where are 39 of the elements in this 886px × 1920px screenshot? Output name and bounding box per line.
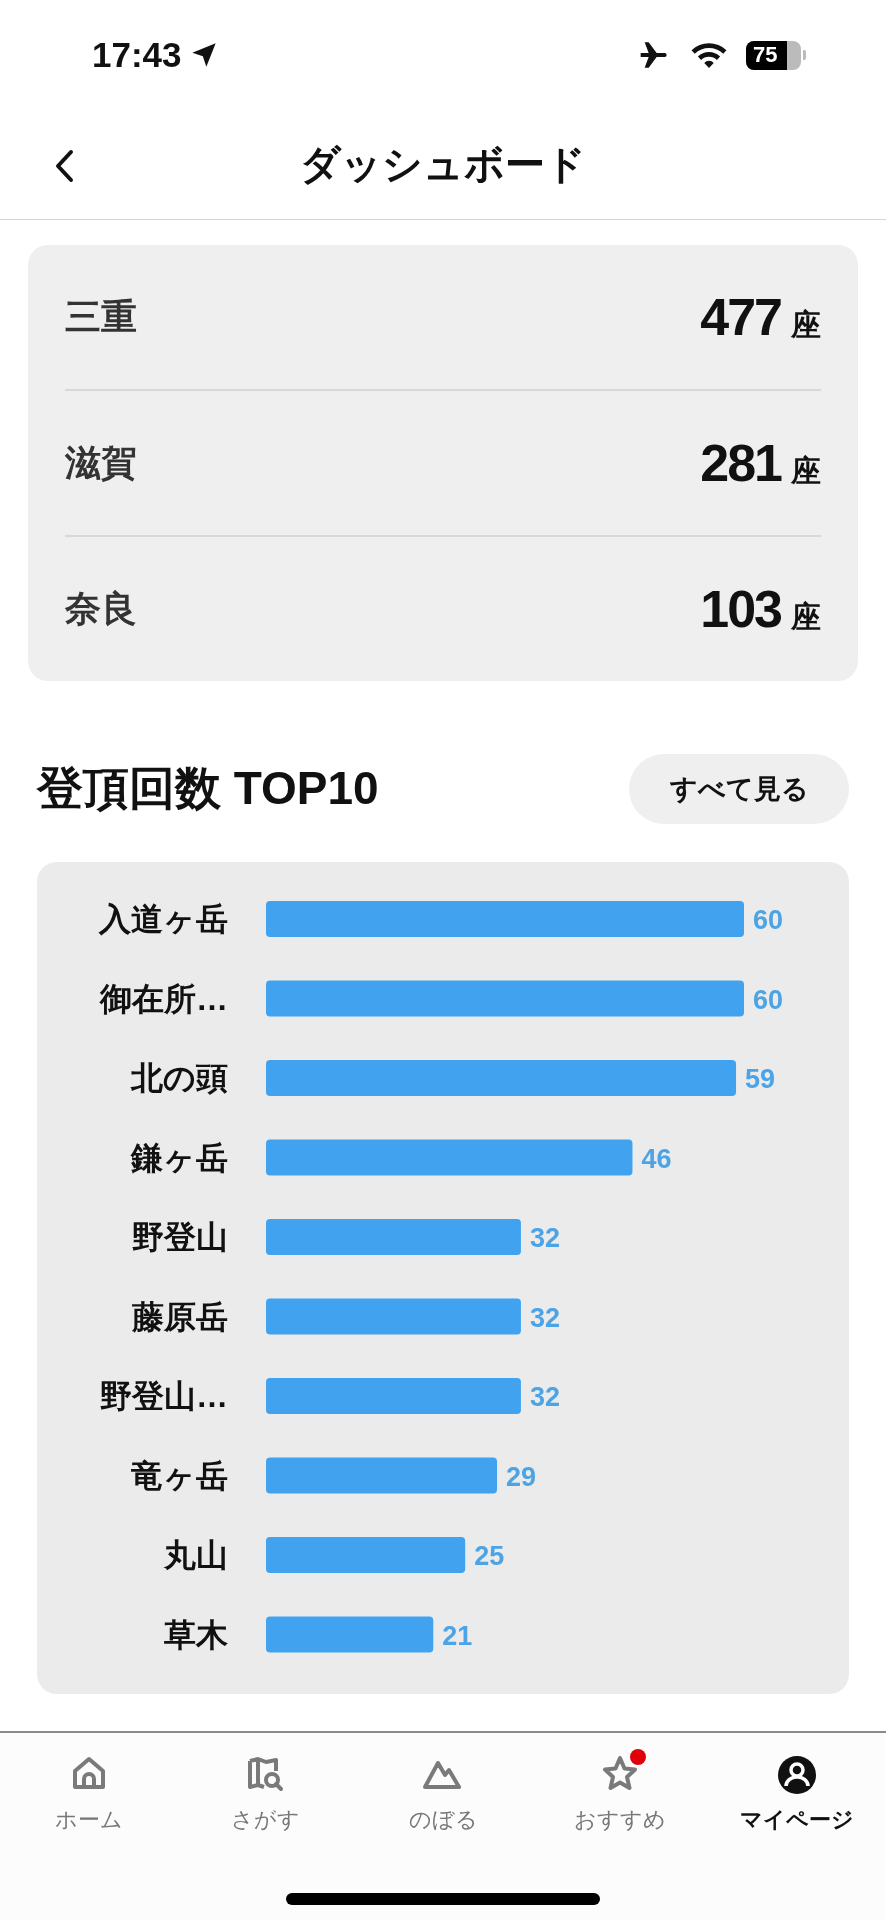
count-unit: 座 bbox=[791, 599, 821, 635]
tab[interactable]: さがす bbox=[177, 1753, 355, 1835]
mountain-count: 477 bbox=[700, 287, 781, 347]
value-label: 59 bbox=[745, 1064, 776, 1094]
category-label: 藤原岳 bbox=[132, 1298, 228, 1335]
value-label: 32 bbox=[529, 1223, 560, 1253]
tab[interactable]: ホーム bbox=[0, 1753, 178, 1835]
value-label: 60 bbox=[753, 905, 784, 935]
category-label: 草木 bbox=[164, 1616, 228, 1653]
category-label: 野登山 bbox=[132, 1219, 228, 1255]
value-label: 21 bbox=[442, 1620, 473, 1651]
prefecture-name: 三重 bbox=[65, 294, 137, 339]
mountain-count: 103 bbox=[700, 579, 781, 639]
mountain-count: 281 bbox=[700, 433, 781, 493]
prefecture-name: 奈良 bbox=[65, 586, 137, 631]
value-label: 32 bbox=[529, 1382, 560, 1412]
category-label: 御在所… bbox=[100, 980, 228, 1017]
see-all-button[interactable]: すべて見る bbox=[629, 754, 849, 824]
category-label: 丸山 bbox=[164, 1537, 228, 1573]
prefecture-name: 滋賀 bbox=[65, 440, 137, 485]
category-label: 野登山… bbox=[100, 1378, 228, 1414]
tab[interactable]: マイページ bbox=[708, 1753, 886, 1835]
count-unit: 座 bbox=[791, 307, 821, 343]
count-unit: 座 bbox=[791, 453, 821, 489]
value-label: 46 bbox=[641, 1143, 672, 1174]
value-label: 29 bbox=[506, 1461, 537, 1492]
category-label: 北の頭 bbox=[131, 1060, 228, 1096]
category-label: 入道ヶ岳 bbox=[99, 901, 228, 937]
tab[interactable]: おすすめ bbox=[531, 1753, 709, 1835]
category-label: 竜ヶ岳 bbox=[131, 1457, 228, 1494]
section-title: 登頂回数 TOP10 bbox=[37, 761, 379, 816]
wifi-icon bbox=[690, 40, 728, 70]
category-label: 鎌ヶ岳 bbox=[131, 1139, 228, 1176]
value-label: 32 bbox=[529, 1302, 560, 1333]
value-label: 60 bbox=[753, 984, 784, 1015]
tab[interactable]: のぼる bbox=[354, 1753, 532, 1835]
value-label: 25 bbox=[474, 1541, 505, 1571]
status-time: 17:43 bbox=[92, 35, 182, 75]
page-title: ダッシュボード bbox=[300, 141, 586, 188]
